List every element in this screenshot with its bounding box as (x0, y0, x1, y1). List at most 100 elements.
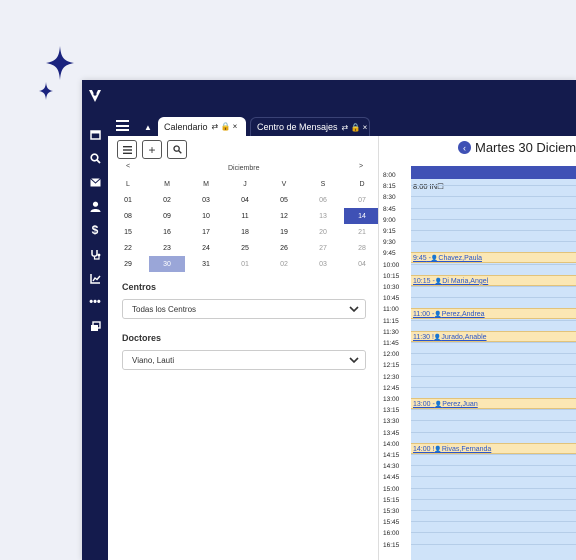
slot-divider (411, 207, 576, 209)
time-label: 16:00 (383, 530, 400, 538)
day-cell[interactable]: 25 (227, 240, 263, 256)
list-view-button[interactable] (117, 140, 137, 159)
next-month-button[interactable]: > (359, 163, 363, 170)
menu-icon[interactable] (116, 120, 129, 131)
billing-icon[interactable]: $ (82, 222, 108, 238)
add-button[interactable]: + (142, 140, 162, 159)
appointment[interactable]: 11:30 !👤Jurado,Anable (411, 330, 576, 342)
day-cell[interactable]: 16 (149, 224, 185, 240)
slot-divider (411, 297, 576, 299)
day-cell[interactable]: 26 (266, 240, 302, 256)
day-cell[interactable]: 05 (266, 192, 302, 208)
day-cell-today[interactable]: 30 (149, 256, 185, 272)
centros-label: Centros (122, 282, 157, 292)
day-cell[interactable]: 04 (227, 192, 263, 208)
patient-name: Perez,Juan (442, 401, 478, 408)
day-title: Martes 30 Diciem (475, 140, 576, 155)
slot-divider (411, 431, 576, 433)
day-cell[interactable]: 02 (149, 192, 185, 208)
day-cell[interactable]: 03 (188, 192, 224, 208)
appointment[interactable]: 14:00 !👤Rivas,Fernanda (411, 442, 576, 454)
tab-centro-de-mensajes[interactable]: Centro de Mensajes ⇄ 🔒 × (250, 117, 370, 136)
weekday-label: V (281, 180, 287, 188)
time-label: 15:30 (383, 508, 400, 515)
day-cell[interactable]: 07 (344, 192, 380, 208)
calendar-icon[interactable] (82, 126, 108, 142)
time-label: 13:15 (383, 407, 400, 415)
day-cell[interactable]: 12 (266, 208, 302, 224)
user-icon[interactable] (82, 198, 108, 214)
day-cell[interactable]: 31 (188, 256, 224, 272)
weekday-row: L M M J V S D (108, 176, 371, 192)
tab-actions-icon[interactable]: ⇄ 🔒 × (212, 122, 238, 131)
day-cell[interactable]: 02 (266, 256, 302, 272)
day-cell[interactable]: 06 (305, 192, 341, 208)
time-label: 14:00 (383, 440, 400, 448)
day-cell[interactable]: 27 (305, 240, 341, 256)
day-cell[interactable]: 21 (344, 224, 380, 240)
day-cell[interactable]: 17 (188, 224, 224, 240)
chevron-down-icon (349, 306, 359, 313)
slot-divider (411, 241, 576, 243)
slot-divider (411, 230, 576, 231)
first-event[interactable]: 8:00 IN☐ (413, 182, 444, 191)
windows-icon[interactable] (82, 318, 108, 334)
mail-icon[interactable] (82, 174, 108, 190)
prev-month-button[interactable]: < (126, 163, 130, 170)
day-cell[interactable]: 01 (110, 192, 146, 208)
day-cell[interactable]: 22 (110, 240, 146, 256)
patient-name: Chavez,Paula (438, 255, 482, 263)
tab-actions-icon[interactable]: ⇄ 🔒 × (342, 123, 368, 132)
time-label: 8:30 (383, 194, 396, 202)
chart-icon[interactable] (82, 270, 108, 286)
doctores-select[interactable]: Viano, Lauti (122, 350, 366, 370)
day-cell[interactable]: 29 (110, 256, 146, 272)
doctores-value: Viano, Lauti (132, 355, 175, 365)
day-cell[interactable]: 24 (188, 240, 224, 256)
week-row: 08 09 10 11 12 13 14 (108, 208, 380, 224)
day-cell-selected[interactable]: 14 (344, 208, 380, 224)
week-row: 01 02 03 04 05 06 07 (108, 192, 371, 208)
day-cell[interactable]: 01 (227, 256, 263, 272)
day-cell[interactable]: 04 (344, 256, 380, 272)
day-cell[interactable]: 18 (227, 224, 263, 240)
appointment[interactable]: 13:00 -👤Perez,Juan (411, 398, 576, 409)
day-cell[interactable]: 13 (305, 208, 341, 224)
day-cell[interactable]: 28 (344, 240, 380, 256)
day-cell[interactable]: 09 (149, 208, 185, 224)
day-cell[interactable]: 03 (305, 256, 341, 272)
day-cell[interactable]: 15 (110, 224, 146, 240)
calendar-panel: + < Diciembre > L M M J V S D 01 02 03 0… (108, 136, 380, 560)
slot-divider (411, 218, 576, 220)
appointment[interactable]: 10:15 -👤Di Maria,Angel (411, 274, 576, 286)
slot-divider (411, 510, 576, 511)
slot-divider (411, 476, 576, 478)
time-label: 15:15 (383, 496, 400, 504)
weekday-label: M (203, 180, 209, 188)
day-cell[interactable]: 10 (188, 208, 224, 224)
prev-day-icon[interactable]: ‹ (458, 141, 471, 154)
appointment[interactable]: 9:45 -👤Chavez,Paula (411, 252, 576, 264)
tab-calendario[interactable]: Calendario ⇄ 🔒 × (158, 117, 246, 136)
search-button[interactable] (167, 140, 187, 159)
caret-up-icon[interactable]: ▲ (144, 123, 152, 132)
sparkle-small-icon (39, 82, 53, 100)
day-cell[interactable]: 08 (110, 208, 146, 224)
patient-icon: 👤 (434, 446, 442, 453)
search-icon[interactable] (82, 150, 108, 166)
more-icon[interactable]: ••• (82, 294, 108, 310)
appointment[interactable]: 11:00 -👤Perez,Andrea (411, 308, 576, 320)
weekday-label: L (126, 180, 130, 188)
centros-select[interactable]: Todas los Centros (122, 299, 366, 319)
slot-divider (411, 420, 576, 422)
day-cell[interactable]: 20 (305, 224, 341, 240)
slot-divider (411, 543, 576, 545)
weekday-label: D (359, 180, 365, 188)
week-row: 22 23 24 25 26 27 28 (108, 240, 371, 256)
time-label: 10:00 (383, 261, 400, 269)
stethoscope-icon[interactable] (82, 246, 108, 262)
day-cell[interactable]: 19 (266, 224, 302, 240)
day-cell[interactable]: 11 (227, 208, 263, 224)
day-cell[interactable]: 23 (149, 240, 185, 256)
time-label: 11:30 (383, 328, 399, 336)
